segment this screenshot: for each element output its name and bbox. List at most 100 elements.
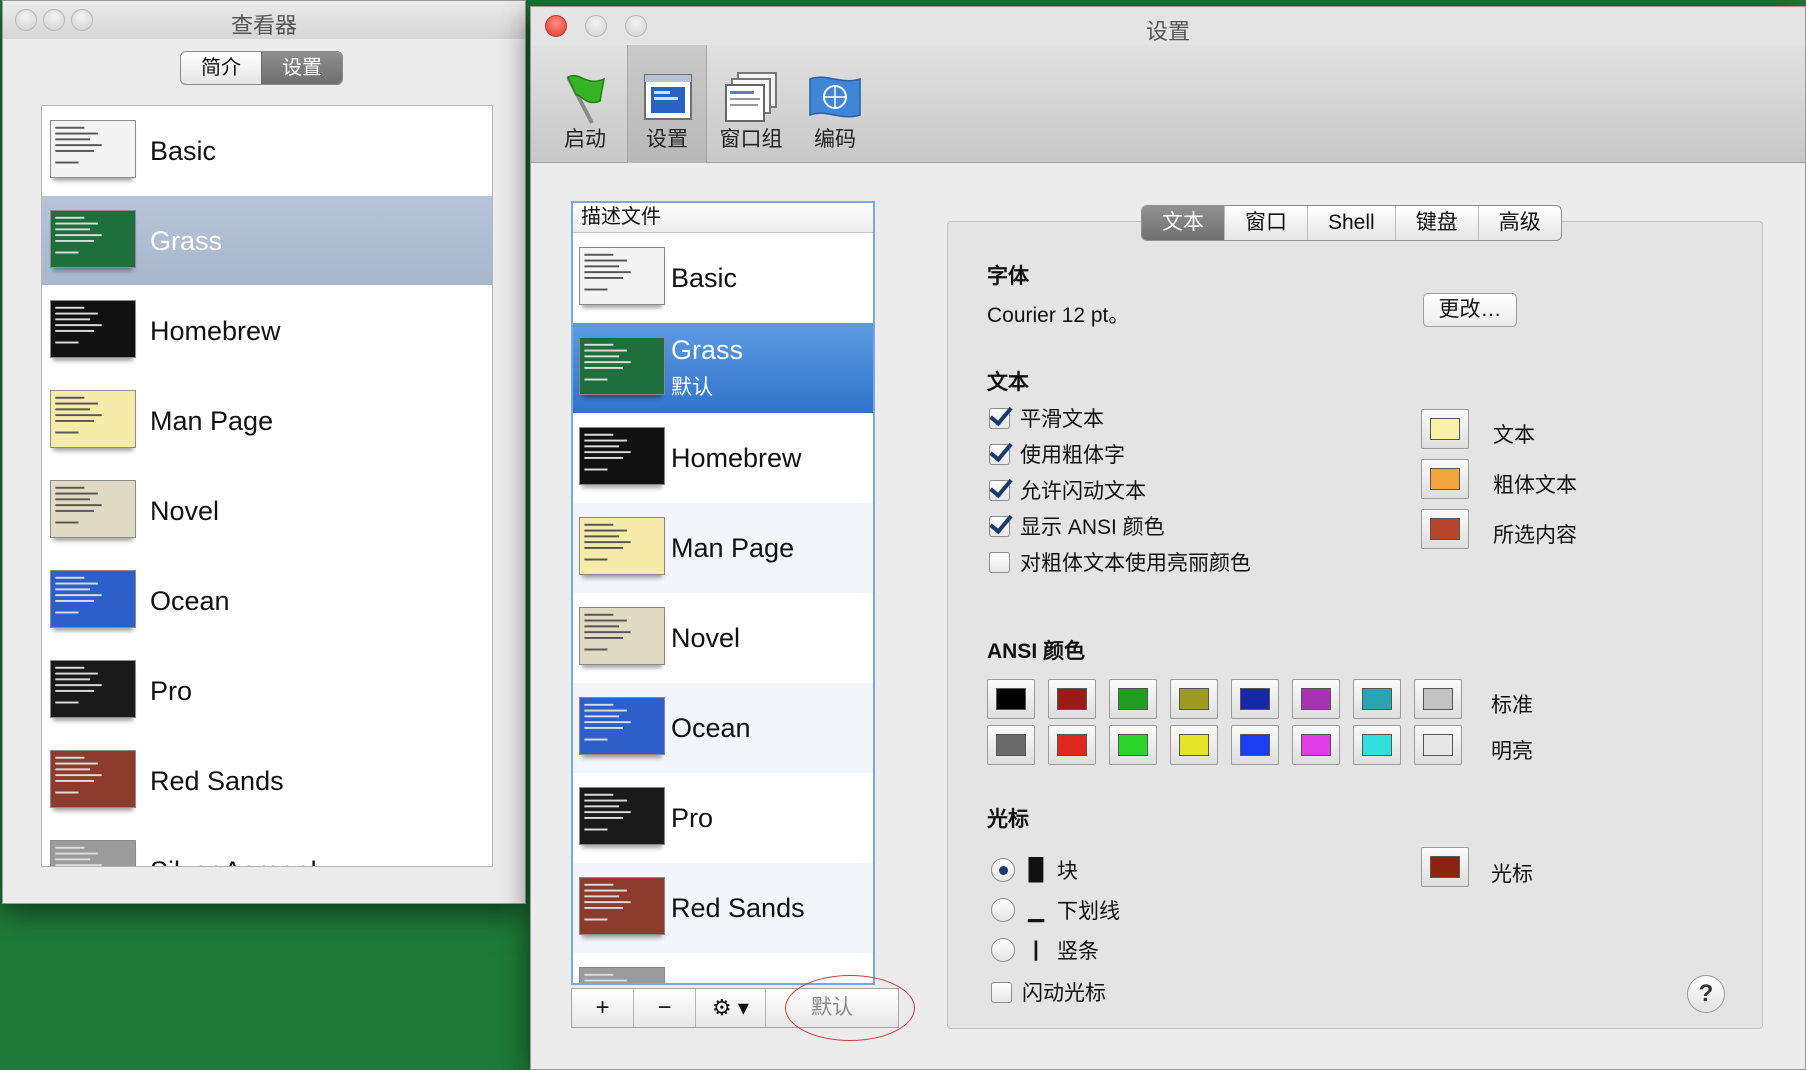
ansi-bright-color-well[interactable] (1353, 725, 1401, 765)
viewer-list-item[interactable]: Basic (42, 106, 492, 196)
viewer-list-item-label: Silver Aerogel (150, 856, 317, 866)
viewer-list-item-label: Pro (150, 676, 193, 706)
toolbar-window-groups-label: 窗口组 (719, 128, 783, 151)
radio-button[interactable] (991, 858, 1015, 882)
toolbar-window-groups[interactable]: 窗口组 (711, 57, 791, 163)
text-option-checkbox[interactable]: 允许闪动文本 (989, 475, 1146, 505)
cursor-style-radio[interactable]: | 竖条 (991, 935, 1099, 965)
viewer-title: 查看器 (230, 13, 297, 38)
checkbox-box[interactable] (989, 443, 1010, 465)
ansi-normal-color-well[interactable] (1170, 679, 1218, 719)
toolbar-startup[interactable]: 启动 (545, 57, 625, 163)
ansi-bright-color-well[interactable] (1231, 725, 1279, 765)
radio-button[interactable] (991, 898, 1015, 922)
tab-settings[interactable]: 设置 (261, 52, 342, 84)
viewer-profile-list[interactable]: Basic Grass Homebrew Man Page Novel Ocean Pro R… (41, 105, 493, 867)
text-option-checkbox[interactable]: 平滑文本 (989, 403, 1104, 433)
profile-list-item[interactable]: Homebrew (573, 413, 873, 503)
profile-list-item[interactable]: Grass 默认 (573, 323, 873, 413)
color-swatch (1301, 688, 1331, 710)
encoding-globe-icon (809, 76, 861, 118)
add-profile-button[interactable]: + (572, 989, 634, 1027)
ansi-normal-color-well[interactable] (1231, 679, 1279, 719)
cursor-color-label: 光标 (1491, 863, 1533, 886)
toolbar-encoding-label: 编码 (814, 128, 856, 151)
color-swatch (1362, 734, 1392, 756)
text-option-checkbox[interactable]: 显示 ANSI 颜色 (989, 511, 1165, 541)
toolbar-encoding[interactable]: 编码 (795, 57, 875, 163)
viewer-list-item[interactable]: Grass (42, 196, 492, 286)
cursor-color-well[interactable] (1421, 847, 1469, 887)
text-color-well[interactable] (1421, 459, 1469, 499)
color-swatch (1118, 734, 1148, 756)
terminal-thumbnail (579, 427, 665, 485)
profile-list-item[interactable]: Basic (573, 233, 873, 323)
tab-text[interactable]: 文本 (1142, 206, 1224, 240)
cursor-style-radio[interactable]: ▁ 下划线 (991, 895, 1120, 925)
cursor-style-radio[interactable]: █ 块 (991, 855, 1078, 885)
checkbox-box[interactable] (989, 479, 1010, 501)
text-color-well[interactable] (1421, 409, 1469, 449)
help-button[interactable]: ? (1687, 975, 1725, 1013)
viewer-list-item-label: Basic (150, 136, 217, 166)
viewer-list-item[interactable]: Homebrew (42, 286, 492, 376)
ansi-bright-color-well[interactable] (1170, 725, 1218, 765)
viewer-list-item[interactable]: Ocean (42, 556, 492, 646)
text-option-checkbox[interactable]: 对粗体文本使用亮丽颜色 (989, 547, 1251, 577)
blink-cursor-box[interactable] (991, 981, 1012, 1003)
tab-advanced[interactable]: 高级 (1477, 206, 1561, 240)
remove-profile-button[interactable]: − (634, 989, 696, 1027)
text-option-checkbox[interactable]: 使用粗体字 (989, 439, 1125, 469)
text-option-label: 允许闪动文本 (1020, 480, 1146, 503)
viewer-list-item[interactable]: Red Sands (42, 736, 492, 826)
change-font-button[interactable]: 更改… (1423, 293, 1517, 327)
checkbox-box[interactable] (989, 551, 1010, 573)
viewer-list-item[interactable]: Pro (42, 646, 492, 736)
ansi-bright-color-well[interactable] (1048, 725, 1096, 765)
cursor-heading: 光标 (987, 808, 1029, 831)
profile-list-item[interactable]: Man Page (573, 503, 873, 593)
ansi-normal-color-well[interactable] (1048, 679, 1096, 719)
tab-shell[interactable]: Shell (1307, 206, 1395, 240)
viewer-list-item[interactable]: Silver Aerogel (42, 826, 492, 866)
terminal-thumbnail (50, 120, 136, 178)
checkbox-box[interactable] (989, 407, 1010, 429)
ansi-bright-color-well[interactable] (1109, 725, 1157, 765)
profile-list[interactable]: 描述文件 Basic Grass 默认 Homebrew Man Page Novel Oc… (571, 201, 875, 985)
viewer-list-item[interactable]: Man Page (42, 376, 492, 466)
profile-list-item[interactable]: Ocean (573, 683, 873, 773)
viewer-list-item[interactable]: Novel (42, 466, 492, 556)
ansi-bright-color-well[interactable] (1292, 725, 1340, 765)
settings-profiles-icon (644, 74, 692, 120)
ansi-bright-color-well[interactable] (1414, 725, 1462, 765)
text-color-label: 所选内容 (1493, 524, 1577, 547)
ansi-normal-color-well[interactable] (987, 679, 1035, 719)
cursor-glyph-icon: | (1033, 938, 1039, 961)
tab-window[interactable]: 窗口 (1224, 206, 1307, 240)
blink-cursor-checkbox[interactable]: 闪动光标 (991, 977, 1106, 1007)
text-color-well[interactable] (1421, 509, 1469, 549)
profile-list-item[interactable]: Red Sands (573, 863, 873, 953)
ansi-normal-color-well[interactable] (1353, 679, 1401, 719)
color-swatch (1362, 688, 1392, 710)
toolbar-settings-label: 设置 (646, 128, 688, 151)
gear-menu-button[interactable]: ⚙ ▾ (696, 989, 766, 1027)
checkbox-box[interactable] (989, 515, 1010, 537)
ansi-bright-label: 明亮 (1491, 740, 1533, 763)
ansi-normal-color-well[interactable] (1414, 679, 1462, 719)
profile-list-item[interactable]: Novel (573, 593, 873, 683)
tab-keyboard[interactable]: 键盘 (1394, 206, 1478, 240)
profile-list-item[interactable]: Pro (573, 773, 873, 863)
terminal-thumbnail (579, 247, 665, 305)
toolbar-settings[interactable]: 设置 (627, 45, 707, 163)
radio-button[interactable] (991, 938, 1015, 962)
ansi-normal-color-well[interactable] (1109, 679, 1157, 719)
tab-intro[interactable]: 简介 (181, 52, 261, 84)
ansi-normal-color-well[interactable] (1292, 679, 1340, 719)
color-swatch (1057, 734, 1087, 756)
preferences-window: 设置 启动 设置 窗口组 编码 描述文件 Basic Grass 默认 Home… (530, 6, 1806, 1070)
ansi-bright-color-well[interactable] (987, 725, 1035, 765)
viewer-window: 查看器 简介 设置 Basic Grass Homebrew Man Page Nove… (2, 0, 526, 904)
color-swatch (1240, 688, 1270, 710)
flag-icon (566, 74, 605, 124)
